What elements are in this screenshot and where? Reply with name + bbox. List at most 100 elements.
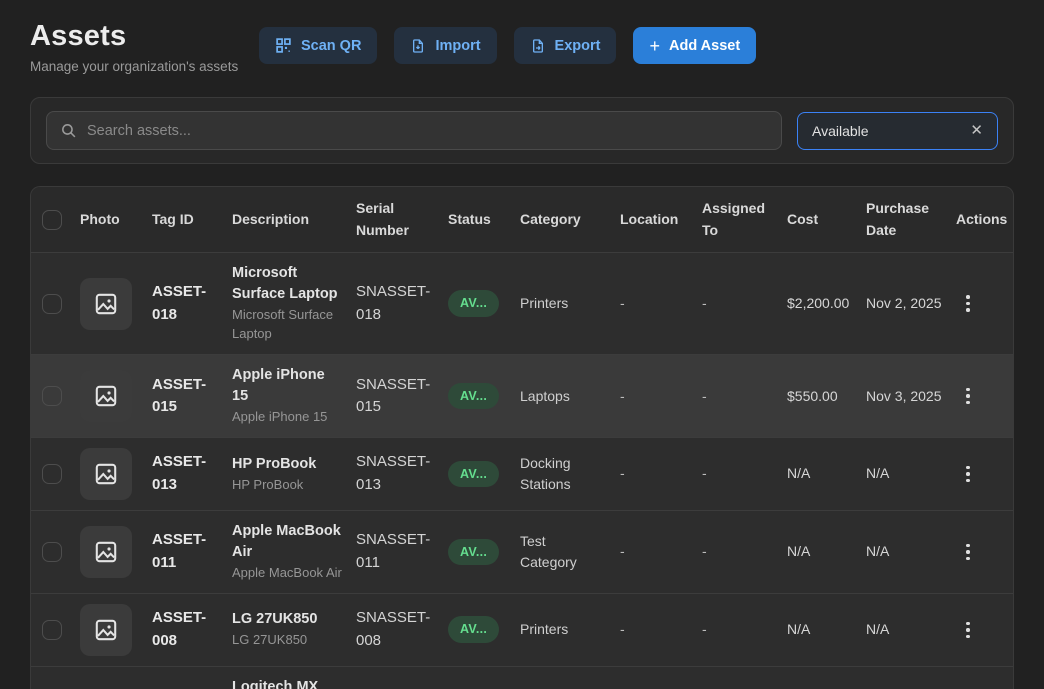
table-row[interactable]: ASSET-011 Apple MacBook Air Apple MacBoo… [31,511,1013,594]
column-header-status: Status [448,198,520,242]
column-header-cost: Cost [787,198,866,242]
actions-cell [956,608,1014,653]
asset-name: Logitech MX Master 3 [232,677,342,689]
asset-description: HP ProBook [232,476,342,495]
tag-id: ASSET-008 [152,597,232,662]
location: - [620,531,702,572]
asset-name: Apple MacBook Air [232,521,342,563]
purchase-date: N/A [866,609,956,650]
column-header-purchase-date: Purchase Date [866,187,956,252]
actions-cell [956,530,1014,575]
assigned-to: - [702,283,787,324]
row-checkbox[interactable] [42,294,62,314]
asset-description: Apple iPhone 15 [232,408,342,427]
actions-cell [956,374,1014,419]
select-all-checkbox[interactable] [42,210,62,230]
title-block: Assets Manage your organization's assets [30,20,259,74]
photo-cell [80,681,152,689]
table-row[interactable]: ASSET-013 HP ProBook HP ProBook SNASSET-… [31,438,1013,511]
plus-icon: + [649,37,660,55]
assets-table: Photo Tag ID Description Serial Number S… [30,186,1014,689]
status-cell: AV... [448,529,520,576]
scan-qr-label: Scan QR [301,38,361,54]
photo-cell [80,594,152,666]
tag-id: ASSET-011 [152,519,232,584]
serial-number: SNASSET-018 [356,271,448,336]
page-title: Assets [30,20,259,53]
photo-placeholder [80,278,132,330]
row-checkbox-cell [31,532,80,572]
row-actions-menu-icon[interactable] [956,462,980,487]
status-badge: AV... [448,290,499,317]
cost: $2,200.00 [787,283,866,324]
page-header: Assets Manage your organization's assets… [0,0,1044,74]
description-cell: HP ProBook HP ProBook [232,444,356,505]
filter-chip-label: Available [812,123,869,139]
add-asset-button[interactable]: + Add Asset [633,27,756,64]
import-label: Import [435,38,480,54]
close-icon[interactable]: ✕ [970,123,983,138]
search-box[interactable] [46,111,782,150]
category: Test Category [520,521,620,583]
row-actions-menu-icon[interactable] [956,618,980,643]
status-cell: AV... [448,373,520,420]
description-cell: Apple iPhone 15 Apple iPhone 15 [232,355,356,437]
table-header-row: Photo Tag ID Description Serial Number S… [31,187,1013,253]
asset-name: Microsoft Surface Laptop [232,263,342,305]
cost: N/A [787,609,866,650]
column-header-category: Category [520,198,620,242]
description-cell: Apple MacBook Air Apple MacBook Air [232,511,356,593]
status-filter-chip[interactable]: Available ✕ [797,112,998,150]
location: - [620,453,702,494]
assigned-to: - [702,376,787,417]
import-button[interactable]: Import [394,27,496,64]
assigned-to: - [702,609,787,650]
row-checkbox[interactable] [42,542,62,562]
purchase-date: Nov 3, 2025 [866,376,956,417]
column-header-description: Description [232,198,356,242]
row-actions-menu-icon[interactable] [956,384,980,409]
table-row[interactable]: ASSET-018 Microsoft Surface Laptop Micro… [31,253,1013,355]
serial-number: SNASSET-008 [356,597,448,662]
category: Printers [520,609,620,650]
location: - [620,376,702,417]
status-cell: AV... [448,451,520,498]
row-checkbox[interactable] [42,386,62,406]
table-row[interactable]: ASSET-006 Logitech MX Master 3 Logitech … [31,667,1013,689]
table-row[interactable]: ASSET-015 Apple iPhone 15 Apple iPhone 1… [31,355,1013,438]
assigned-to: - [702,453,787,494]
asset-name: Apple iPhone 15 [232,365,342,407]
photo-placeholder [80,370,132,422]
tag-id: ASSET-006 [152,685,232,689]
asset-name: LG 27UK850 [232,609,342,630]
column-header-actions: Actions [956,198,1014,242]
purchase-date: N/A [866,531,956,572]
export-button[interactable]: Export [514,27,617,64]
description-cell: Microsoft Surface Laptop Microsoft Surfa… [232,253,356,354]
photo-placeholder [80,526,132,578]
description-cell: Logitech MX Master 3 Logitech MX Master … [232,667,356,689]
location: - [620,283,702,324]
row-actions-menu-icon[interactable] [956,540,980,565]
cost: N/A [787,531,866,572]
status-cell: AV... [448,606,520,653]
column-header-photo: Photo [80,198,152,242]
assigned-to: - [702,531,787,572]
scan-qr-button[interactable]: Scan QR [259,27,377,64]
tag-id: ASSET-013 [152,441,232,506]
search-icon [60,122,77,139]
status-badge: AV... [448,539,499,566]
row-checkbox[interactable] [42,464,62,484]
asset-name: HP ProBook [232,454,342,475]
row-actions-menu-icon[interactable] [956,291,980,316]
export-label: Export [555,38,601,54]
actions-cell [956,452,1014,497]
search-input[interactable] [87,123,768,139]
filter-card: Available ✕ [30,97,1014,164]
asset-description: LG 27UK850 [232,631,342,650]
table-row[interactable]: ASSET-008 LG 27UK850 LG 27UK850 SNASSET-… [31,594,1013,667]
row-checkbox[interactable] [42,620,62,640]
photo-placeholder [80,604,132,656]
photo-cell [80,268,152,340]
serial-number: SNASSET-013 [356,441,448,506]
